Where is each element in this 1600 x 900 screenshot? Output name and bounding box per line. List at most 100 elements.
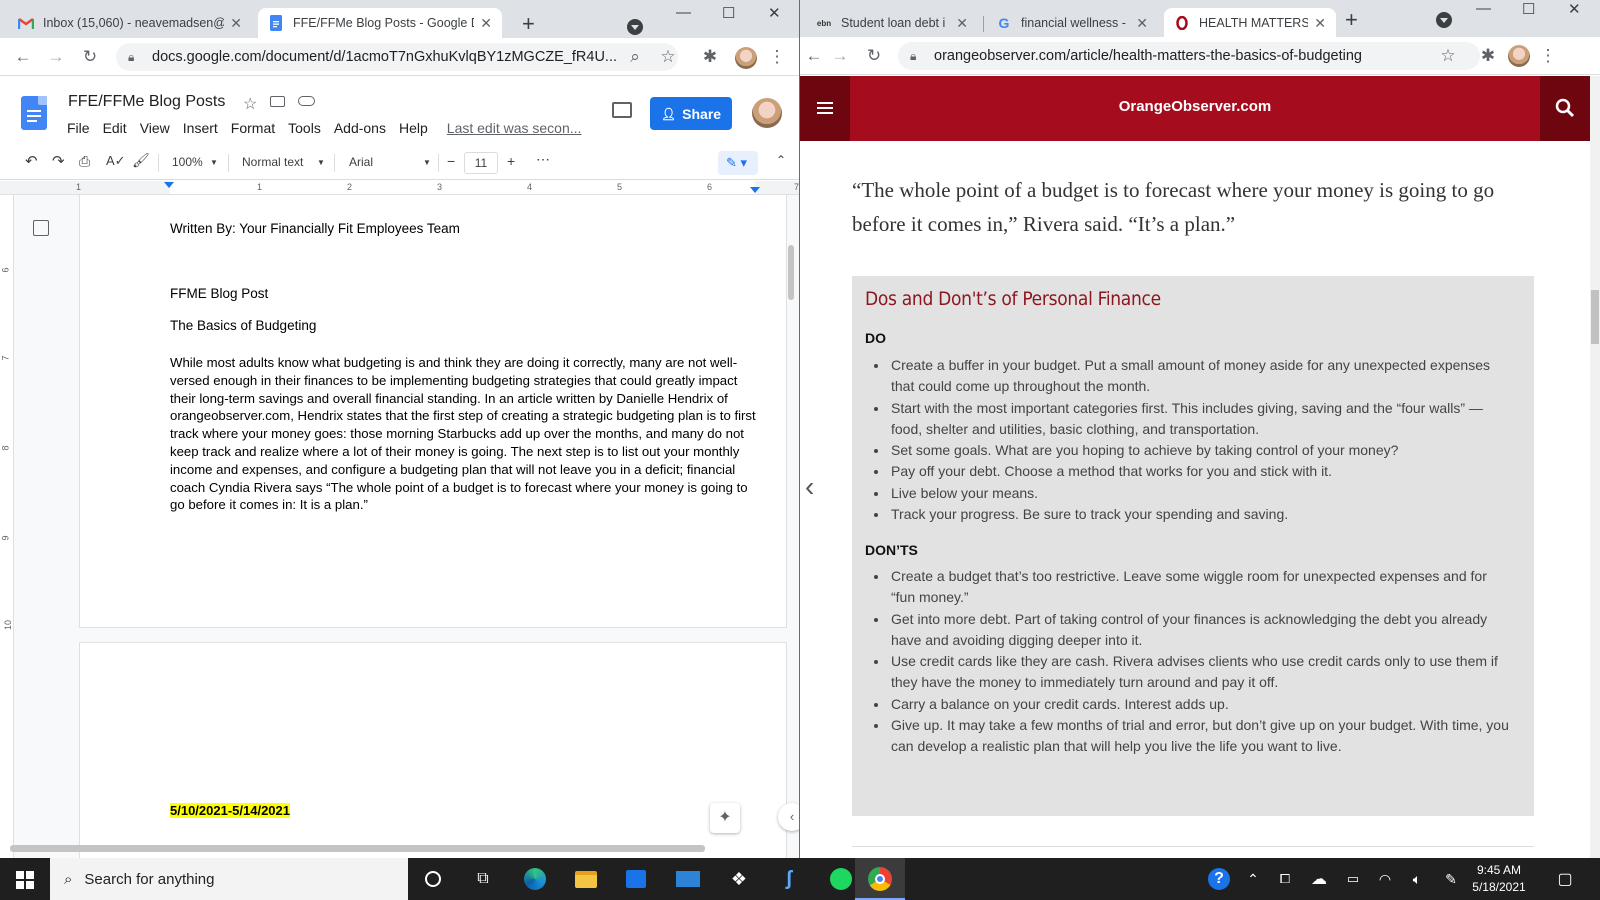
extensions-icon[interactable]: ✱ [700,47,720,67]
back-icon[interactable]: ← [804,46,824,66]
docs-logo-icon[interactable] [21,96,47,130]
menu-edit[interactable]: Edit [103,120,127,136]
collapse-icon[interactable]: ⌃ [776,153,786,167]
close-icon[interactable]: ✕ [480,15,492,32]
font-select[interactable]: Arial [349,155,373,169]
tab-search-icon[interactable] [1436,12,1452,28]
bookmark-star-icon[interactable]: ☆ [1438,46,1458,66]
profile-avatar[interactable] [735,47,757,69]
horizontal-scrollbar[interactable] [10,845,705,852]
help-icon[interactable]: ? [1206,866,1232,892]
font-size-input[interactable]: 11 [464,152,498,174]
zoom-icon[interactable]: ⌕ [625,47,645,67]
blog-heading[interactable]: FFME Blog Post [170,286,268,301]
tray-chevron-icon[interactable]: ⌃ [1240,866,1266,892]
redo-icon[interactable]: ↷ [52,152,65,170]
back-icon[interactable]: ← [13,47,33,67]
system-clock[interactable]: 9:45 AM 5/18/2021 [1464,862,1534,896]
more-options-icon[interactable]: ⋯ [536,151,550,168]
close-icon[interactable]: ✕ [1314,15,1326,32]
wifi-icon[interactable]: ◠ [1372,866,1398,892]
menu-format[interactable]: Format [231,120,275,136]
kebab-menu-icon[interactable]: ⋮ [767,47,787,67]
forward-icon[interactable]: → [830,46,850,66]
style-select[interactable]: Normal text [242,155,303,169]
taskbar-search[interactable]: ⌕ Search for anything [50,858,408,900]
tab-student-loan[interactable]: ebn Student loan debt i ✕ [806,8,978,38]
app-icon[interactable]: ʃ [776,866,802,892]
explore-icon[interactable]: ✦ [710,803,740,833]
windows-start-icon[interactable] [16,871,34,889]
pen-icon[interactable]: ✎ [1438,866,1464,892]
dropbox-icon[interactable]: ❖ [726,866,752,892]
blog-paragraph[interactable]: While most adults know what budgeting is… [170,354,757,514]
move-folder-icon[interactable] [270,96,285,107]
search-icon[interactable] [1540,76,1590,141]
paint-format-icon[interactable]: 🖌︎ [132,152,150,169]
comment-history-icon[interactable] [612,102,632,118]
reload-icon[interactable]: ↻ [80,47,100,67]
forward-icon[interactable]: → [46,47,66,67]
extensions-icon[interactable]: ✱ [1478,46,1498,66]
close-icon[interactable]: ✕ [230,15,242,32]
date-range[interactable]: 5/10/2021-5/14/2021 [170,803,290,818]
close-window-icon[interactable]: ✕ [768,4,781,22]
site-brand[interactable]: OrangeObserver.com [800,98,1590,115]
account-avatar[interactable] [752,98,782,128]
address-bar[interactable]: 🔒︎ orangeobserver.com/article/health-mat… [898,42,1480,70]
address-bar[interactable]: 🔒︎ docs.google.com/document/d/1acmoT7nGx… [116,43,678,71]
left-indent-handle[interactable] [164,182,174,188]
meet-now-icon[interactable]: ⧠ [1272,866,1298,892]
notifications-icon[interactable]: ▢ [1552,866,1578,892]
file-explorer-icon[interactable] [573,866,599,892]
document-title[interactable]: FFE/FFMe Blog Posts [68,93,225,111]
scrollbar-thumb[interactable] [1591,290,1599,344]
new-tab-icon[interactable]: + [522,13,535,35]
increase-font-icon[interactable]: + [507,153,515,169]
tab-search-icon[interactable] [627,19,643,35]
close-icon[interactable]: ✕ [956,15,968,32]
store-icon[interactable] [623,866,649,892]
minimize-icon[interactable]: — [676,4,691,21]
bookmark-star-icon[interactable]: ☆ [658,47,678,67]
spellcheck-icon[interactable]: A✓ [106,153,126,169]
menu-view[interactable]: View [140,120,170,136]
menu-addons[interactable]: Add-ons [334,120,386,136]
vertical-scrollbar[interactable] [788,245,794,300]
menu-tools[interactable]: Tools [288,120,321,136]
last-edit-link[interactable]: Last edit was secon... [447,120,582,136]
onedrive-icon[interactable]: ☁ [1306,866,1332,892]
previous-article-icon[interactable]: ‹ [805,471,814,503]
maximize-icon[interactable]: ☐ [722,4,735,22]
tab-docs[interactable]: FFE/FFMe Blog Posts - Google Do ✕ [258,8,502,38]
blog-subheading[interactable]: The Basics of Budgeting [170,318,316,333]
new-tab-icon[interactable]: + [1345,9,1358,31]
outline-icon[interactable] [33,220,49,236]
menu-file[interactable]: File [67,120,90,136]
decrease-font-icon[interactable]: − [447,153,455,169]
star-icon[interactable]: ☆ [243,94,257,114]
profile-avatar[interactable] [1508,45,1530,67]
chrome-taskbar-button[interactable] [855,858,905,900]
reload-icon[interactable]: ↻ [864,46,884,66]
maximize-icon[interactable]: ☐ [1522,0,1535,18]
battery-icon[interactable]: ▭ [1340,866,1366,892]
tab-financial-wellness[interactable]: G financial wellness - ✕ [986,8,1158,38]
side-panel-toggle-icon[interactable]: ‹ [778,803,799,831]
spotify-icon[interactable] [828,866,854,892]
tab-gmail[interactable]: Inbox (15,060) - neavemadsen@ ✕ [8,8,252,38]
minimize-icon[interactable]: — [1476,0,1491,17]
menu-insert[interactable]: Insert [183,120,218,136]
cortana-icon[interactable] [420,866,446,892]
task-view-icon[interactable]: ⧉ [470,866,496,892]
right-indent-handle[interactable] [750,187,760,193]
zoom-select[interactable]: 100% [172,155,203,169]
menu-help[interactable]: Help [399,120,428,136]
mail-icon[interactable] [675,866,701,892]
written-by-line[interactable]: Written By: Your Financially Fit Employe… [170,221,460,236]
edge-icon[interactable] [522,866,548,892]
tab-health-matters[interactable]: HEALTH MATTERS: ✕ [1164,8,1336,38]
share-button[interactable]: 👤︎ Share [650,97,732,130]
kebab-menu-icon[interactable]: ⋮ [1538,46,1558,66]
undo-icon[interactable]: ↶ [25,152,38,170]
